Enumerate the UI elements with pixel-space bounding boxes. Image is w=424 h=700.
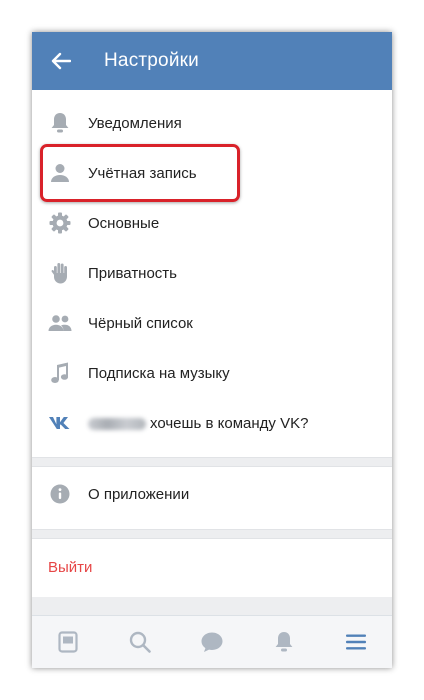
app-header: Настройки <box>32 32 392 90</box>
tab-news[interactable] <box>44 618 92 666</box>
search-icon <box>129 631 151 653</box>
tab-messages[interactable] <box>188 618 236 666</box>
section-divider <box>32 457 392 467</box>
menu-item-label: Чёрный список <box>88 314 193 332</box>
info-icon <box>50 484 70 504</box>
notifications-icon <box>275 632 293 652</box>
menu-item-blacklist[interactable]: Чёрный список <box>32 298 392 348</box>
news-icon <box>58 631 78 653</box>
page-title: Настройки <box>104 50 199 71</box>
section-divider <box>32 529 392 539</box>
menu-item-privacy[interactable]: Приватность <box>32 248 392 298</box>
bottom-spacer <box>32 597 392 615</box>
menu-icon <box>346 634 366 650</box>
messages-icon <box>201 632 223 652</box>
logout-button[interactable]: Выйти <box>32 539 392 595</box>
tab-notifications[interactable] <box>260 618 308 666</box>
gear-icon <box>49 212 71 234</box>
tab-menu[interactable] <box>332 618 380 666</box>
logout-label: Выйти <box>48 558 93 576</box>
people-icon <box>48 315 72 331</box>
menu-item-label: Подписка на музыку <box>88 364 230 382</box>
settings-menu: Уведомления Учётная запись Основные Прив… <box>32 90 392 595</box>
vk-logo-icon <box>49 417 70 429</box>
menu-item-music-subscription[interactable]: Подписка на музыку <box>32 348 392 398</box>
menu-item-account[interactable]: Учётная запись <box>32 148 392 198</box>
menu-item-general[interactable]: Основные <box>32 198 392 248</box>
back-button[interactable] <box>32 32 90 90</box>
menu-item-about[interactable]: О приложении <box>32 469 392 519</box>
menu-item-label: Уведомления <box>88 114 182 132</box>
menu-item-vk-team[interactable]: хочешь в команду VK? <box>32 398 392 448</box>
menu-item-label: Учётная запись <box>88 164 197 182</box>
menu-item-label: Приватность <box>88 264 177 282</box>
hand-icon <box>51 263 67 284</box>
bottom-tab-bar <box>32 615 392 668</box>
tab-search[interactable] <box>116 618 164 666</box>
arrow-left-icon <box>51 52 71 70</box>
phone-screen: Настройки Уведомления Учётная запись Осн… <box>32 32 392 668</box>
menu-item-label: хочешь в команду VK? <box>150 414 309 432</box>
menu-item-notifications[interactable]: Уведомления <box>32 98 392 148</box>
blurred-user-name <box>88 417 146 430</box>
menu-item-label: О приложении <box>88 485 190 503</box>
music-note-icon <box>51 362 69 383</box>
bell-icon <box>51 113 69 133</box>
menu-item-label: Основные <box>88 214 160 232</box>
person-icon <box>51 164 69 182</box>
